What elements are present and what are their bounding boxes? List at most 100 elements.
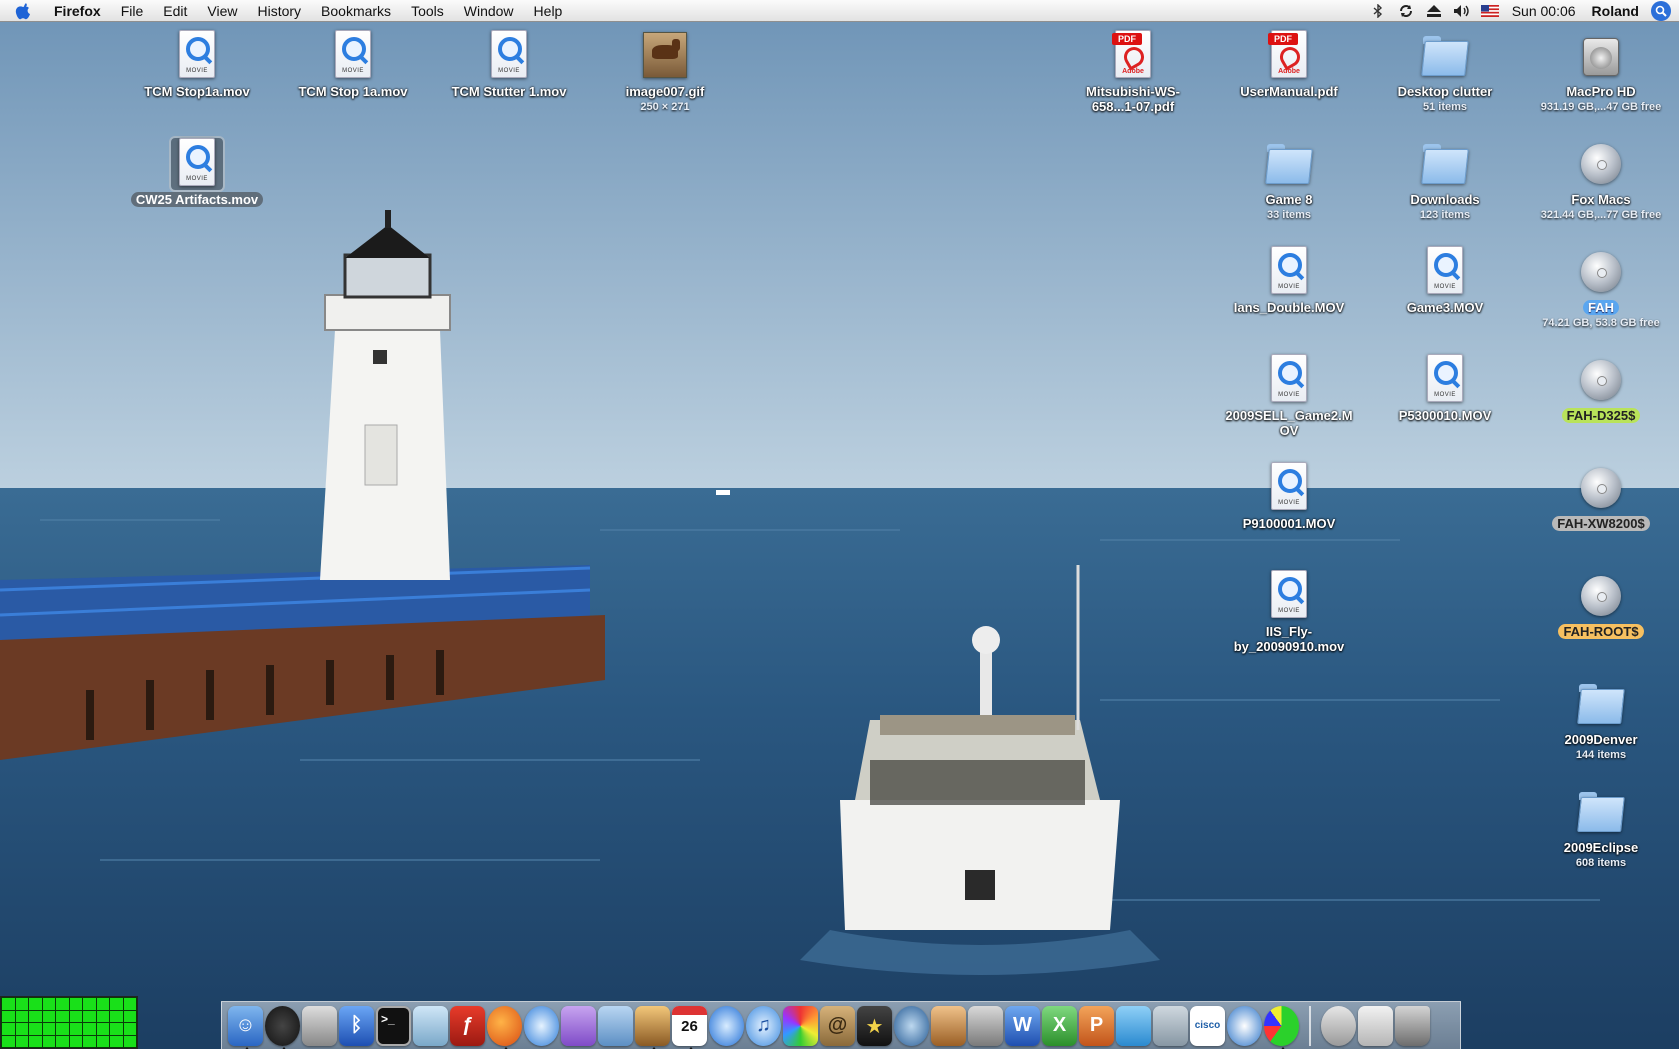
disk-label: MacPro HD: [1566, 84, 1636, 99]
eject-icon[interactable]: [1420, 0, 1448, 22]
app-menu-firefox[interactable]: Firefox: [46, 0, 111, 22]
preview-icon[interactable]: [598, 1005, 633, 1046]
network-disk-icon: [1575, 354, 1627, 406]
desktop-disk-fah-root[interactable]: FAH-ROOT$: [1526, 570, 1676, 641]
movie-file-icon: MOVIE: [169, 136, 225, 192]
firefox-icon[interactable]: [487, 1005, 522, 1049]
flash-icon[interactable]: ƒ: [450, 1005, 485, 1046]
desktop-disk-macpro-hd[interactable]: MacPro HD 931.19 GB,...47 GB free: [1526, 30, 1676, 114]
file-label: UserManual.pdf: [1240, 84, 1338, 99]
network-disk-icon: [1575, 462, 1627, 514]
disk-capacity: 931.19 GB,...47 GB free: [1540, 101, 1662, 113]
apple-menu-icon[interactable]: [0, 0, 46, 22]
movie-file-icon: MOVIE: [1263, 354, 1315, 406]
safari-icon[interactable]: [524, 1005, 559, 1046]
desktop-file-game3[interactable]: MOVIE Game3.MOV: [1370, 246, 1520, 317]
itunes-icon[interactable]: ♫: [746, 1005, 781, 1046]
desktop-folder-game-8[interactable]: Game 8 33 items: [1214, 138, 1364, 222]
menu-tools[interactable]: Tools: [401, 0, 454, 22]
menu-help[interactable]: Help: [524, 0, 573, 22]
mail-client-icon[interactable]: [561, 1005, 596, 1046]
cpu-activity-meter[interactable]: [0, 996, 138, 1049]
desktop-disk-fah-d325[interactable]: FAH-D325$: [1526, 354, 1676, 425]
folder-label: Desktop clutter: [1397, 84, 1493, 99]
desktop-folder-downloads[interactable]: Downloads 123 items: [1370, 138, 1520, 222]
us-flag-icon[interactable]: [1476, 0, 1504, 22]
volume-icon[interactable]: [1448, 0, 1476, 22]
mail-stamp-icon[interactable]: [1321, 1005, 1356, 1046]
desktop-file-usermanual-pdf[interactable]: PDF Adobe UserManual.pdf: [1214, 30, 1364, 101]
colorful-app-icon[interactable]: [783, 1005, 818, 1046]
activity-monitor-icon[interactable]: [1264, 1005, 1299, 1049]
menu-clock[interactable]: Sun 00:06: [1504, 3, 1586, 19]
desktop-file-p5300010[interactable]: MOVIE P5300010.MOV: [1370, 354, 1520, 425]
dashboard-icon[interactable]: [265, 1005, 300, 1049]
address-book-icon[interactable]: @: [820, 1005, 855, 1046]
box-icon[interactable]: [413, 1005, 448, 1046]
disk-label: Fox Macs: [1571, 192, 1631, 207]
desktop-disk-fox-macs[interactable]: Fox Macs 321.44 GB,...77 GB free: [1526, 138, 1676, 222]
movie-file-icon: MOVIE: [1419, 246, 1471, 298]
bluetooth-icon[interactable]: [1364, 0, 1392, 22]
file-label: P9100001.MOV: [1242, 516, 1336, 531]
garageband-icon[interactable]: [931, 1005, 966, 1046]
movie-file-icon: MOVIE: [483, 30, 535, 82]
file-label: TCM Stutter 1.mov: [451, 84, 567, 99]
desktop-file-mitsubishi-pdf[interactable]: PDF Adobe Mitsubishi-WS-658...1-07.pdf: [1058, 30, 1208, 116]
user-menu[interactable]: Roland: [1586, 3, 1651, 19]
dock-separator: [1309, 1005, 1311, 1046]
keynote-icon[interactable]: [968, 1005, 1003, 1046]
powerpoint-icon[interactable]: P: [1079, 1005, 1114, 1046]
file-label: Mitsubishi-WS-658...1-07.pdf: [1086, 84, 1180, 114]
ical-icon[interactable]: 26: [672, 1005, 707, 1049]
disk-label: FAH-ROOT$: [1558, 624, 1644, 639]
desktop-disk-fah-xw8200[interactable]: FAH-XW8200$: [1526, 462, 1676, 533]
word-icon[interactable]: W: [1005, 1005, 1040, 1046]
menu-file[interactable]: File: [111, 0, 154, 22]
terminal-icon[interactable]: >_: [376, 1005, 411, 1046]
folder-label: Game 8: [1265, 192, 1313, 207]
menu-history[interactable]: History: [247, 0, 311, 22]
desktop-file-cw25-artifacts[interactable]: MOVIE CW25 Artifacts.mov: [122, 136, 272, 209]
bluetooth-file-exchange-icon[interactable]: ᛒ: [339, 1005, 374, 1046]
system-preferences-icon[interactable]: [302, 1005, 337, 1046]
image-thumbnail-icon: [639, 30, 691, 82]
messenger-icon[interactable]: [1116, 1005, 1151, 1046]
disk-capacity: 321.44 GB,...77 GB free: [1540, 209, 1662, 221]
desktop-file-ians-double[interactable]: MOVIE Ians_Double.MOV: [1214, 246, 1364, 317]
file-label: Ians_Double.MOV: [1233, 300, 1345, 315]
file-label: Game3.MOV: [1406, 300, 1484, 315]
menu-edit[interactable]: Edit: [153, 0, 197, 22]
airport-icon[interactable]: [1227, 1005, 1262, 1046]
dvd-player-icon[interactable]: [894, 1005, 929, 1046]
desktop-file-tcm-stop-1a[interactable]: MOVIE TCM Stop 1a.mov: [278, 30, 428, 101]
dock: ☺ ᛒ >_ ƒ 26 ♫ @ ★ W X P cisco: [221, 1001, 1461, 1049]
desktop-file-tcm-stutter-1[interactable]: MOVIE TCM Stutter 1.mov: [434, 30, 584, 101]
sync-icon[interactable]: [1392, 0, 1420, 22]
trash-icon[interactable]: [1395, 1005, 1430, 1046]
finder-icon[interactable]: ☺: [228, 1005, 263, 1049]
folder-item-count: 33 items: [1266, 209, 1312, 221]
desktop-file-tcm-stop1a[interactable]: MOVIE TCM Stop1a.mov: [122, 30, 272, 101]
desktop-file-iis-fly-by[interactable]: MOVIE IIS_Fly-by_20090910.mov: [1214, 570, 1364, 656]
spotlight-search-icon[interactable]: [1651, 1, 1671, 21]
desktop-disk-fah[interactable]: FAH 74.21 GB, 53.8 GB free: [1526, 246, 1676, 330]
movie-file-icon: MOVIE: [327, 30, 379, 82]
desktop-file-p9100001[interactable]: MOVIE P9100001.MOV: [1214, 462, 1364, 533]
disk-capacity: 74.21 GB, 53.8 GB free: [1542, 317, 1660, 329]
imovie-icon[interactable]: ★: [857, 1005, 892, 1046]
cisco-vpn-icon[interactable]: cisco: [1190, 1005, 1225, 1046]
desktop-file-image007[interactable]: image007.gif 250 × 271: [590, 30, 740, 114]
quicktime-icon[interactable]: [709, 1005, 744, 1046]
menu-bookmarks[interactable]: Bookmarks: [311, 0, 401, 22]
desktop-folder-desktop-clutter[interactable]: Desktop clutter 51 items: [1370, 30, 1520, 114]
menu-window[interactable]: Window: [454, 0, 524, 22]
menu-view[interactable]: View: [197, 0, 247, 22]
desktop-folder-2009eclipse[interactable]: 2009Eclipse 608 items: [1526, 786, 1676, 870]
cisco-icon[interactable]: [1153, 1005, 1188, 1046]
desktop-file-2009sell-game2[interactable]: MOVIE 2009SELL_Game2.MOV: [1214, 354, 1364, 440]
excel-icon[interactable]: X: [1042, 1005, 1077, 1046]
iphoto-icon[interactable]: [635, 1005, 670, 1049]
desktop-folder-2009denver[interactable]: 2009Denver 144 items: [1526, 678, 1676, 762]
documents-stack-icon[interactable]: [1358, 1005, 1393, 1046]
